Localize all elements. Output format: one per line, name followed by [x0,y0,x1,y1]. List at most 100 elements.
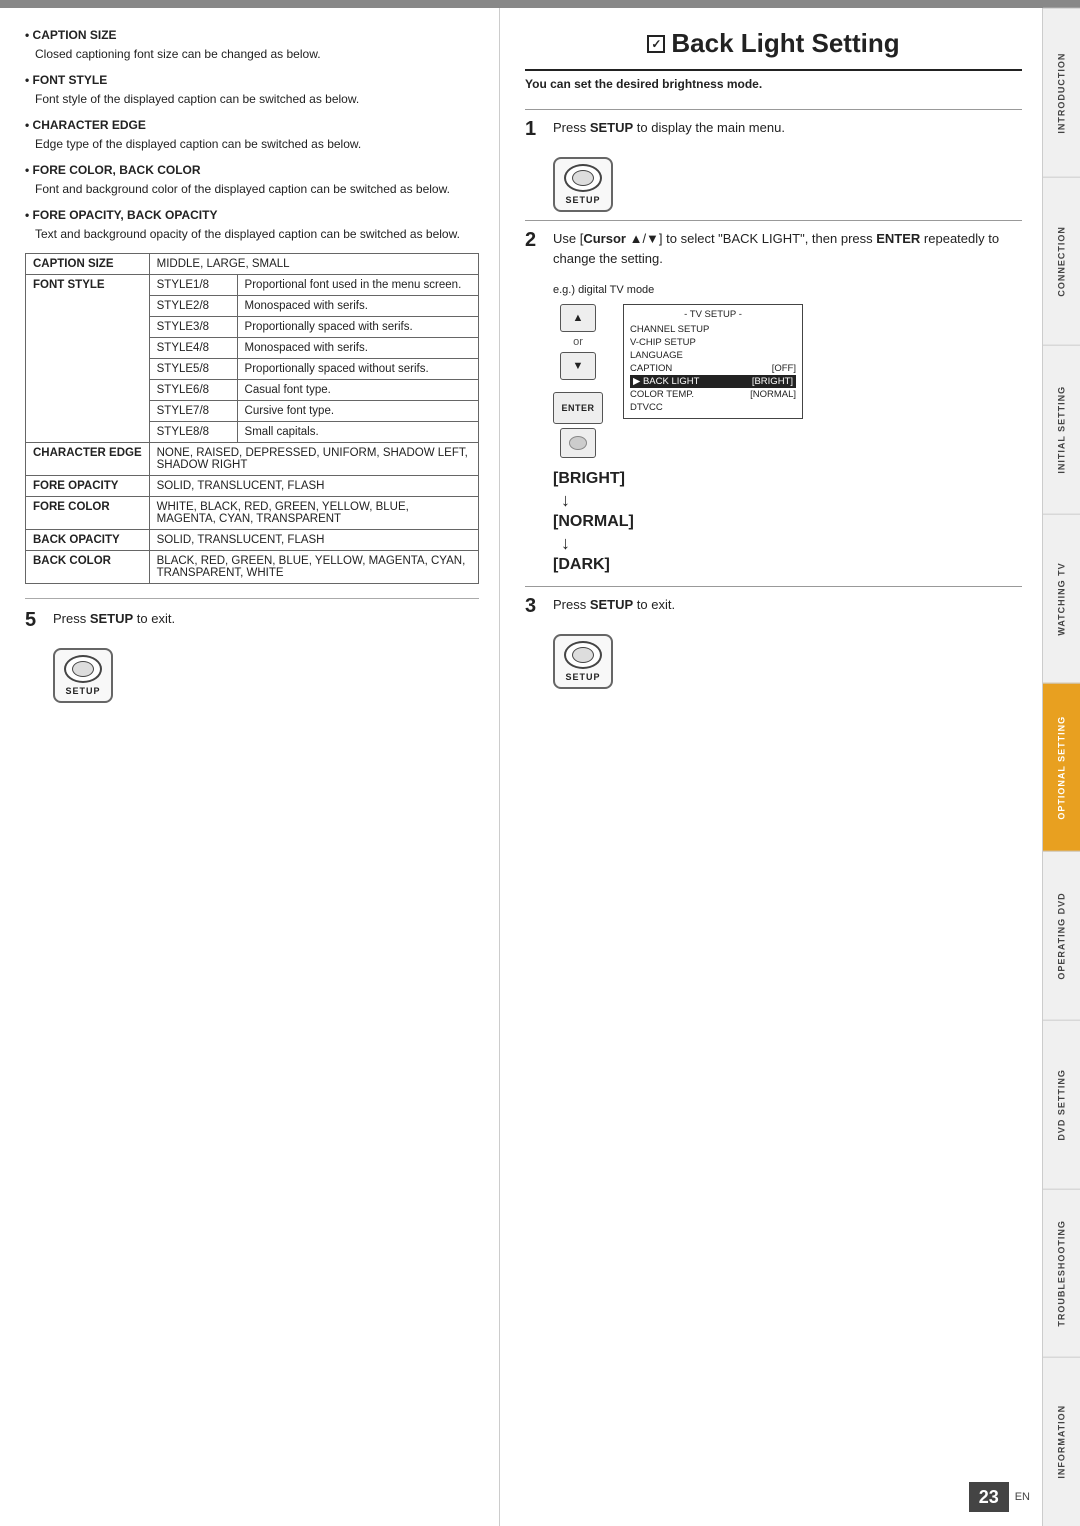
fore-color-value: WHITE, BLACK, RED, GREEN, YELLOW, BLUE, … [149,497,478,530]
step3: 3 Press SETUP to exit. [525,595,1022,618]
sidebar-tab-dvd-setting[interactable]: DVD SETTING [1043,1020,1080,1189]
step1-setup-icon: SETUP [553,157,613,212]
step2-text: Use [Cursor ▲/▼] to select "BACK LIGHT",… [553,229,1022,268]
style-3-label: STYLE3/8 [149,317,237,338]
sidebar-tab-initial-setting[interactable]: INITIAL SETTING [1043,345,1080,514]
step3-number: 3 [525,595,545,618]
mode-list: [BRIGHT] ↓ [NORMAL] ↓ [DARK] [553,470,1022,574]
setup-label: SETUP [65,686,100,696]
font-style-text: Font style of the displayed caption can … [25,90,479,108]
step2-cursor-bold: Cursor [583,231,626,246]
mode-normal-label: [NORMAL] [553,513,634,531]
setup-oval [64,655,102,683]
back-color-label: BACK COLOR [26,551,150,584]
style-4-desc: Monospaced with serifs. [237,338,478,359]
tv-menu-backlight-key: ▶ BACK LIGHT [633,376,699,387]
step5-setup-icon: SETUP [53,648,113,703]
sidebar-tab-connection[interactable]: CONNECTION [1043,177,1080,346]
tv-menu-row-backlight: ▶ BACK LIGHT [BRIGHT] [630,375,796,388]
extra-button[interactable] [560,428,596,458]
fore-back-color-section: FORE COLOR, BACK COLOR Font and backgrou… [25,163,479,198]
caption-size-text: Closed captioning font size can be chang… [25,45,479,63]
caption-size-title: CAPTION SIZE [25,28,479,42]
tv-menu-channel-key: CHANNEL SETUP [630,324,709,335]
setup-inner-oval [72,661,94,677]
fore-back-opacity-title: FORE OPACITY, BACK OPACITY [25,208,479,222]
page-title: ✓ Back Light Setting [525,28,1022,59]
step2-enter-bold: ENTER [876,231,920,246]
setup-oval-3 [564,641,602,669]
fore-back-color-title: FORE COLOR, BACK COLOR [25,163,479,177]
step1-text: Press SETUP to display the main menu. [553,118,1022,138]
char-edge-value: NONE, RAISED, DEPRESSED, UNIFORM, SHADOW… [149,443,478,476]
table-row: BACK COLOR BLACK, RED, GREEN, BLUE, YELL… [26,551,479,584]
table-caption-size-label: CAPTION SIZE [26,254,150,275]
step5-text: Press SETUP to exit. [53,609,479,629]
tv-menu-colortemp-key: COLOR TEMP. [630,389,694,400]
arrow-normal-dark: ↓ [561,533,1022,554]
tv-menu-row-channel: CHANNEL SETUP [630,323,796,336]
fore-back-opacity-section: FORE OPACITY, BACK OPACITY Text and back… [25,208,479,243]
sidebar-tab-optional-setting[interactable]: OPTIONAL SETTING [1043,683,1080,852]
remote-or-label: or [573,336,583,348]
subtitle: You can set the desired brightness mode. [525,77,1022,91]
left-column: CAPTION SIZE Closed captioning font size… [0,8,500,1526]
sidebar-tab-introduction[interactable]: INTRODUCTION [1043,8,1080,177]
step1-bold: SETUP [590,120,633,135]
step2-number: 2 [525,229,545,252]
fore-back-opacity-text: Text and background opacity of the displ… [25,225,479,243]
arrow-bright-normal: ↓ [561,490,1022,511]
page-number-area: 23 EN [969,1482,1030,1512]
setup-oval-1 [564,164,602,192]
style-7-label: STYLE7/8 [149,401,237,422]
fore-color-label: FORE COLOR [26,497,150,530]
fore-opacity-value: SOLID, TRANSLUCENT, FLASH [149,476,478,497]
tv-menu-row-dtvcc: DTVCC [630,401,796,414]
style-2-label: STYLE2/8 [149,296,237,317]
fore-opacity-label: FORE OPACITY [26,476,150,497]
enter-button[interactable]: ENTER [553,392,603,424]
step5-text2: to exit. [133,611,175,626]
font-style-title: FONT STYLE [25,73,479,87]
table-caption-size-value: MIDDLE, LARGE, SMALL [149,254,478,275]
style-5-desc: Proportionally spaced without serifs. [237,359,478,380]
sidebar-tab-information[interactable]: INFORMATION [1043,1357,1080,1526]
remote-area: or ENTER - TV SETUP - CHANNEL SETUP [553,304,1022,458]
style-6-label: STYLE6/8 [149,380,237,401]
tv-menu-caption-key: CAPTION [630,363,672,374]
step3-bold: SETUP [590,597,633,612]
step5: 5 Press SETUP to exit. [25,609,479,632]
back-opacity-label: BACK OPACITY [26,530,150,551]
style-7-desc: Cursive font type. [237,401,478,422]
divider-step2 [525,220,1022,221]
font-style-section: FONT STYLE Font style of the displayed c… [25,73,479,108]
tv-menu-row-colortemp: COLOR TEMP. [NORMAL] [630,388,796,401]
caption-table: CAPTION SIZE MIDDLE, LARGE, SMALL FONT S… [25,253,479,584]
style-4-label: STYLE4/8 [149,338,237,359]
step3-text: Press SETUP to exit. [553,595,1022,615]
style-8-label: STYLE8/8 [149,422,237,443]
style-1-desc: Proportional font used in the menu scree… [237,275,478,296]
table-row: BACK OPACITY SOLID, TRANSLUCENT, FLASH [26,530,479,551]
table-row: FORE OPACITY SOLID, TRANSLUCENT, FLASH [26,476,479,497]
step5-bold: SETUP [90,611,133,626]
cursor-down-button[interactable] [560,352,596,380]
mode-dark: [DARK] [553,556,1022,574]
sidebar-tab-watching-tv[interactable]: WATCHING TV [1043,514,1080,683]
setup-inner-oval-3 [572,647,594,663]
tv-menu-backlight-val: [BRIGHT] [752,376,793,387]
character-edge-title: CHARACTER EDGE [25,118,479,132]
character-edge-text: Edge type of the displayed caption can b… [25,135,479,153]
cursor-up-button[interactable] [560,304,596,332]
sidebar-tab-troubleshooting[interactable]: TROUBLESHOOTING [1043,1189,1080,1358]
step1-number: 1 [525,118,545,141]
sidebar-tab-operating-dvd[interactable]: OPERATING DVD [1043,851,1080,1020]
divider-step3 [525,586,1022,587]
tv-menu-caption-val: [OFF] [772,363,796,374]
style-3-desc: Proportionally spaced with serifs. [237,317,478,338]
title-area: ✓ Back Light Setting [525,28,1022,71]
character-edge-section: CHARACTER EDGE Edge type of the displaye… [25,118,479,153]
main-content: CAPTION SIZE Closed captioning font size… [0,8,1042,1526]
step3-setup-icon: SETUP [553,634,613,689]
tv-menu-row-vchip: V-CHIP SETUP [630,336,796,349]
